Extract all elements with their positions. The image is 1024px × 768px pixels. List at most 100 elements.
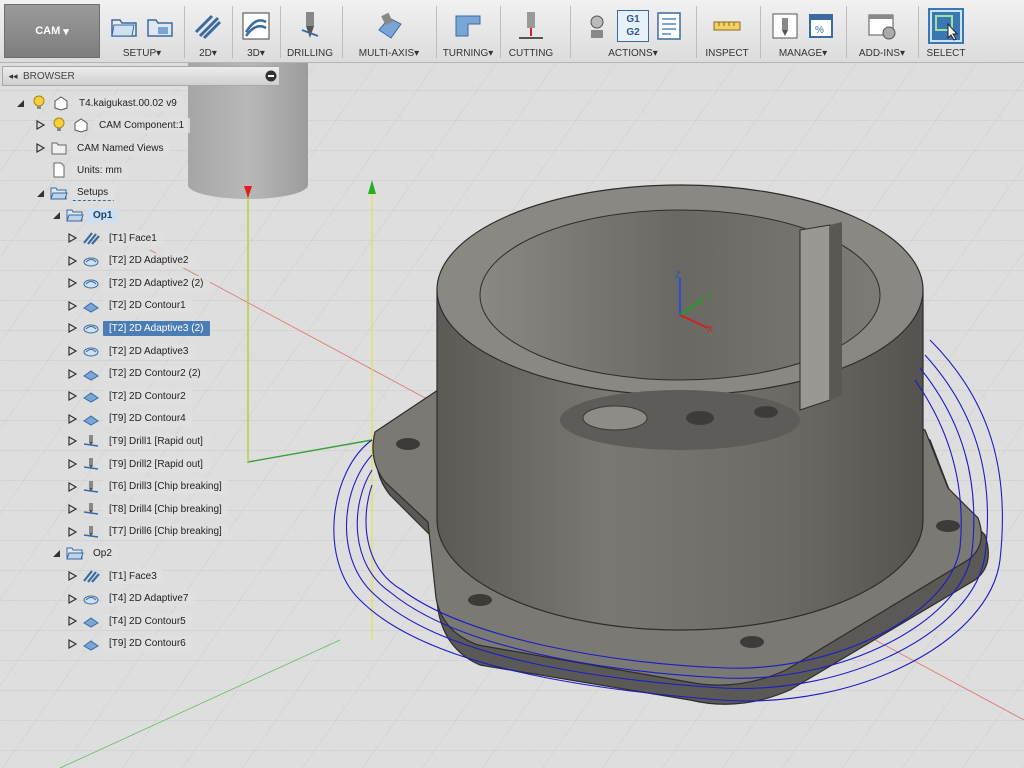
- setup-group[interactable]: SETUP▾: [106, 2, 178, 60]
- select-group-label: SELECT: [926, 48, 966, 59]
- select-cursor-icon[interactable]: [928, 8, 964, 44]
- turning-group[interactable]: TURNING▾: [440, 2, 496, 60]
- tree-operation[interactable]: [T2] 2D Contour2: [66, 386, 192, 406]
- post-process-icon[interactable]: G1 G2: [617, 10, 649, 42]
- multiaxis-group[interactable]: MULTI-AXIS▾: [346, 2, 432, 60]
- tree-operation[interactable]: [T9] Drill1 [Rapid out]: [66, 431, 209, 451]
- template-library-icon[interactable]: %: [805, 10, 837, 42]
- expand-closed-icon[interactable]: [66, 296, 78, 316]
- manage-group[interactable]: % MANAGE▾: [764, 2, 842, 60]
- expand-closed-icon[interactable]: [66, 251, 78, 271]
- expand-closed-icon[interactable]: [66, 522, 78, 542]
- tree-operation[interactable]: [T9] 2D Contour6: [66, 634, 192, 654]
- expand-closed-icon[interactable]: [66, 454, 78, 474]
- tree-item-cam-component[interactable]: CAM Component:1: [34, 115, 191, 135]
- expand-closed-icon[interactable]: [66, 341, 78, 361]
- expand-closed-icon[interactable]: [66, 634, 78, 654]
- expand-open-icon[interactable]: [14, 93, 26, 113]
- expand-closed-icon[interactable]: [66, 611, 78, 631]
- expand-closed-icon[interactable]: [66, 318, 78, 338]
- browser-panel-header[interactable]: ◂◂ BROWSER: [2, 66, 280, 86]
- drilling-group[interactable]: DRILLING: [284, 2, 336, 60]
- tool-library-icon[interactable]: [769, 10, 801, 42]
- tree-item-label: CAM Named Views: [71, 140, 170, 156]
- setup-folder-icon[interactable]: [144, 10, 176, 42]
- bulb-icon: [50, 117, 68, 133]
- chevron-down-icon: ▾: [488, 48, 494, 59]
- expand-open-icon[interactable]: [50, 205, 62, 225]
- expand-closed-icon[interactable]: [66, 228, 78, 248]
- 2d-milling-icon[interactable]: [192, 10, 224, 42]
- tree-item-label: [T2] 2D Adaptive2 (2): [103, 275, 210, 291]
- expand-closed-icon[interactable]: [66, 589, 78, 609]
- tree-operation[interactable]: [T9] 2D Contour4: [66, 409, 192, 429]
- setup-sheet-icon[interactable]: [653, 10, 685, 42]
- tree-operation[interactable]: [T9] Drill2 [Rapid out]: [66, 454, 209, 474]
- expand-closed-icon[interactable]: [34, 115, 46, 135]
- turning-icon[interactable]: [452, 10, 484, 42]
- simulate-icon[interactable]: [581, 10, 613, 42]
- expand-closed-icon[interactable]: [66, 273, 78, 293]
- expand-open-icon[interactable]: [34, 183, 46, 203]
- tree-item-label: [T2] 2D Adaptive3 (2): [103, 320, 210, 336]
- cutting-icon[interactable]: [515, 10, 547, 42]
- select-group[interactable]: SELECT: [924, 2, 968, 60]
- tree-operation[interactable]: [T2] 2D Adaptive3 (2): [66, 318, 210, 338]
- tree-item-label: [T9] Drill1 [Rapid out]: [103, 433, 209, 449]
- tree-operation[interactable]: [T2] 2D Contour1: [66, 296, 192, 316]
- tree-operation[interactable]: [T2] 2D Contour2 (2): [66, 364, 207, 384]
- setup-group-label: SETUP: [122, 48, 157, 59]
- tree-item-label: Setups: [71, 185, 115, 201]
- new-setup-icon[interactable]: [108, 10, 140, 42]
- 3d-group[interactable]: 3D▾: [236, 2, 276, 60]
- collapse-browser-icon[interactable]: ◂◂: [3, 71, 23, 82]
- expand-closed-icon[interactable]: [66, 386, 78, 406]
- chevron-down-icon: ▾: [211, 48, 217, 59]
- expand-closed-icon[interactable]: [66, 566, 78, 586]
- measure-icon[interactable]: [711, 10, 743, 42]
- tree-operation[interactable]: [T6] Drill3 [Chip breaking]: [66, 477, 228, 497]
- drill-icon[interactable]: [294, 10, 326, 42]
- tree-operation[interactable]: [T8] Drill4 [Chip breaking]: [66, 499, 228, 519]
- addins-group[interactable]: ADD-INS▾: [850, 2, 914, 60]
- tree-operation[interactable]: [T2] 2D Adaptive2 (2): [66, 273, 210, 293]
- tree-item-setups[interactable]: Setups: [34, 183, 115, 203]
- tree-item-op1[interactable]: Op1: [50, 205, 119, 225]
- workspace-switcher-button[interactable]: CAM ▾: [4, 4, 100, 58]
- adaptive-op-icon: [82, 275, 100, 291]
- tree-operation[interactable]: [T4] 2D Contour5: [66, 611, 192, 631]
- tree-operation[interactable]: [T1] Face3: [66, 566, 163, 586]
- tree-operation[interactable]: [T4] 2D Adaptive7: [66, 589, 195, 609]
- tree-root-document[interactable]: T4.kaigukast.00.02 v9: [14, 93, 183, 113]
- expand-closed-icon[interactable]: [66, 364, 78, 384]
- tree-operation[interactable]: [T2] 2D Adaptive3: [66, 341, 195, 361]
- 2d-group[interactable]: 2D▾: [188, 2, 228, 60]
- toolbar-divider: [500, 6, 501, 58]
- triad-z-label: Z: [675, 270, 681, 280]
- actions-group[interactable]: G1 G2 ACTIONS▾: [574, 2, 692, 60]
- expand-closed-icon[interactable]: [66, 499, 78, 519]
- tree-operation[interactable]: [T1] Face1: [66, 228, 163, 248]
- 3d-group-label: 3D: [247, 48, 260, 59]
- setup-folder-icon: [50, 185, 68, 201]
- g1-label: G1: [626, 14, 640, 25]
- tree-item-op2[interactable]: Op2: [50, 543, 118, 563]
- multi-axis-icon[interactable]: [373, 10, 405, 42]
- tree-item-units[interactable]: Units: mm: [46, 160, 128, 180]
- tree-item-label: [T2] 2D Contour1: [103, 298, 192, 314]
- addins-group-label: ADD-INS: [858, 48, 901, 59]
- tree-item-named-views[interactable]: CAM Named Views: [34, 138, 170, 158]
- expand-closed-icon[interactable]: [34, 138, 46, 158]
- tree-operation[interactable]: [T2] 2D Adaptive2: [66, 251, 195, 271]
- cutting-group[interactable]: CUTTING: [504, 2, 558, 60]
- expand-closed-icon[interactable]: [66, 477, 78, 497]
- scripts-addins-icon[interactable]: [866, 10, 898, 42]
- minimize-panel-icon[interactable]: [263, 68, 279, 84]
- expand-closed-icon[interactable]: [66, 431, 78, 451]
- tree-item-label: CAM Component:1: [93, 117, 191, 133]
- expand-closed-icon[interactable]: [66, 409, 78, 429]
- expand-open-icon[interactable]: [50, 543, 62, 563]
- 3d-milling-icon[interactable]: [240, 10, 272, 42]
- tree-operation[interactable]: [T7] Drill6 [Chip breaking]: [66, 522, 228, 542]
- inspect-group[interactable]: INSPECT: [700, 2, 754, 60]
